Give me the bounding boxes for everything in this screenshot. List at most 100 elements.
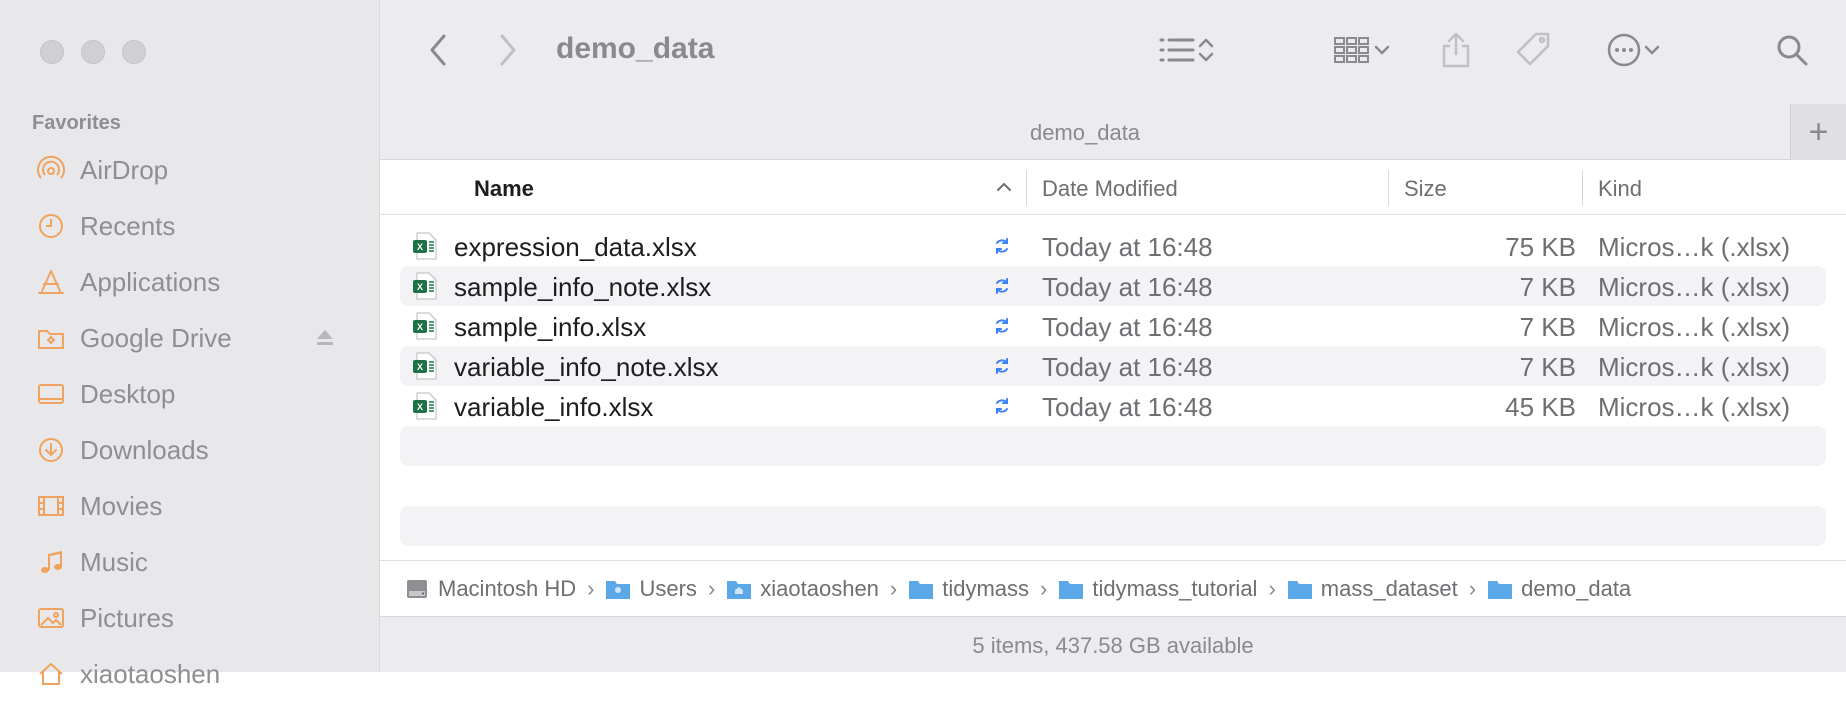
chevron-right-icon: › xyxy=(587,575,595,601)
sidebar-item-label: Music xyxy=(80,546,148,577)
column-divider[interactable] xyxy=(1388,170,1389,206)
excel-file-icon: X xyxy=(413,272,437,300)
sidebar-item-label: Downloads xyxy=(80,434,209,465)
sync-icon xyxy=(996,358,1008,374)
back-button[interactable] xyxy=(420,30,456,70)
path-item-label: mass_dataset xyxy=(1320,575,1458,601)
path-item-macintosh-hd[interactable]: Macintosh HD › xyxy=(404,576,605,602)
column-header-kind[interactable]: Kind xyxy=(1598,176,1642,202)
zoom-window-button[interactable] xyxy=(122,40,146,64)
sidebar-item-home[interactable]: xiaotaoshen xyxy=(0,646,380,702)
eject-icon[interactable] xyxy=(314,326,336,348)
sidebar-item-label: Movies xyxy=(80,490,163,521)
sidebar-item-desktop[interactable]: Desktop xyxy=(0,366,380,422)
share-icon xyxy=(1442,32,1470,68)
close-window-button[interactable] xyxy=(40,40,64,64)
sidebar-item-airdrop[interactable]: AirDrop xyxy=(0,142,380,198)
file-date: Today at 16:48 xyxy=(1042,352,1213,382)
share-button[interactable] xyxy=(1434,28,1478,72)
folder-icon xyxy=(36,323,66,353)
search-icon xyxy=(1777,35,1808,66)
path-item-tidymass[interactable]: tidymass › xyxy=(908,576,1058,602)
file-name: variable_info.xlsx xyxy=(454,392,654,422)
music-note-icon xyxy=(36,547,66,577)
column-header-date-modified[interactable]: Date Modified xyxy=(1042,176,1178,202)
empty-row xyxy=(400,426,1826,466)
file-row[interactable]: X variable_info.xlsx Today at 16:48 45 K… xyxy=(400,386,1826,426)
home-folder-icon xyxy=(727,580,752,599)
file-kind: Micros…k (.xlsx) xyxy=(1598,352,1791,382)
sidebar-item-recents[interactable]: Recents xyxy=(0,198,380,254)
file-date: Today at 16:48 xyxy=(1042,312,1213,342)
finder-window: Favorites AirDrop Recents Applications G… xyxy=(0,0,1846,689)
new-tab-button[interactable]: + xyxy=(1790,104,1846,160)
column-header-name[interactable]: Name xyxy=(474,176,534,202)
svg-text:X: X xyxy=(417,362,423,372)
path-item-users[interactable]: Users › xyxy=(605,576,726,602)
chevron-right-icon: › xyxy=(707,575,716,601)
sidebar-item-applications[interactable]: Applications xyxy=(0,254,380,310)
forward-button[interactable] xyxy=(490,30,526,70)
column-header-size[interactable]: Size xyxy=(1404,176,1447,202)
path-item-xiaotaoshen[interactable]: xiaotaoshen › xyxy=(726,576,908,602)
sidebar-item-label: AirDrop xyxy=(80,154,169,185)
file-kind: Micros…k (.xlsx) xyxy=(1598,232,1791,262)
file-name: sample_info_note.xlsx xyxy=(454,272,712,302)
sidebar-item-downloads[interactable]: Downloads xyxy=(0,422,380,478)
svg-text:X: X xyxy=(417,402,423,412)
folder-icon xyxy=(606,580,631,599)
file-size: 7 KB xyxy=(1519,312,1576,342)
desktop-icon xyxy=(36,379,66,409)
sidebar-item-google-drive[interactable]: Google Drive xyxy=(0,310,380,366)
file-row[interactable]: X variable_info_note.xlsx Today at 16:48… xyxy=(400,346,1826,386)
applications-icon xyxy=(36,267,66,297)
sidebar-item-movies[interactable]: Movies xyxy=(0,478,380,534)
tags-button[interactable] xyxy=(1512,28,1556,72)
path-item-label: tidymass_tutorial xyxy=(1092,575,1258,601)
path-item-demo-data[interactable]: demo_data xyxy=(1487,576,1631,602)
file-row[interactable]: X sample_info.xlsx Today at 16:48 7 KB M… xyxy=(400,306,1826,346)
search-button[interactable] xyxy=(1770,28,1814,72)
file-kind: Micros…k (.xlsx) xyxy=(1598,312,1791,342)
chevron-left-icon xyxy=(430,34,446,66)
excel-file-icon: X xyxy=(413,352,437,380)
file-name: expression_data.xlsx xyxy=(454,232,697,262)
column-divider[interactable] xyxy=(1026,170,1027,206)
tab-demo-data[interactable]: demo_data xyxy=(380,120,1790,146)
favorites-header: Favorites xyxy=(32,112,121,134)
sort-ascending-icon[interactable] xyxy=(993,176,1015,198)
path-item-mass-dataset[interactable]: mass_dataset › xyxy=(1287,576,1487,602)
window-title: demo_data xyxy=(556,32,715,65)
path-item-tidymass-tutorial[interactable]: tidymass_tutorial › xyxy=(1058,576,1286,602)
chevron-down-icon xyxy=(1374,45,1390,55)
view-options-button[interactable] xyxy=(1148,30,1224,70)
folder-icon xyxy=(1488,580,1513,599)
sync-icon xyxy=(996,278,1008,294)
path-item-label: xiaotaoshen xyxy=(760,575,879,601)
downloads-icon xyxy=(36,435,66,465)
file-row[interactable]: X sample_info_note.xlsx Today at 16:48 7… xyxy=(400,266,1826,306)
status-text: 5 items, 437.58 GB available xyxy=(972,633,1254,658)
svg-text:X: X xyxy=(417,282,423,292)
airdrop-icon xyxy=(36,155,66,185)
action-menu-button[interactable] xyxy=(1596,28,1672,72)
status-bar: 5 items, 437.58 GB available xyxy=(380,616,1846,672)
sidebar: Favorites AirDrop Recents Applications G… xyxy=(0,0,380,689)
path-item-label: Users xyxy=(639,575,697,601)
file-row[interactable]: X expression_data.xlsx Today at 16:48 75… xyxy=(400,226,1826,266)
path-bar: Macintosh HD › Users › xiaotaoshen › tid… xyxy=(380,560,1846,616)
home-icon xyxy=(36,659,66,689)
minimize-window-button[interactable] xyxy=(81,40,105,64)
sidebar-item-label: xiaotaoshen xyxy=(80,658,221,689)
sidebar-item-music[interactable]: Music xyxy=(0,534,380,590)
sidebar-item-label: Recents xyxy=(80,210,176,241)
sidebar-item-label: Applications xyxy=(80,266,221,297)
file-kind: Micros…k (.xlsx) xyxy=(1598,272,1791,302)
tag-icon xyxy=(1516,32,1550,66)
sidebar-item-pictures[interactable]: Pictures xyxy=(0,590,380,646)
toolbar: demo_data xyxy=(380,0,1846,104)
chevron-right-icon: › xyxy=(1468,575,1477,601)
photo-icon xyxy=(36,603,66,633)
column-divider[interactable] xyxy=(1582,170,1583,206)
group-button[interactable] xyxy=(1324,30,1400,70)
